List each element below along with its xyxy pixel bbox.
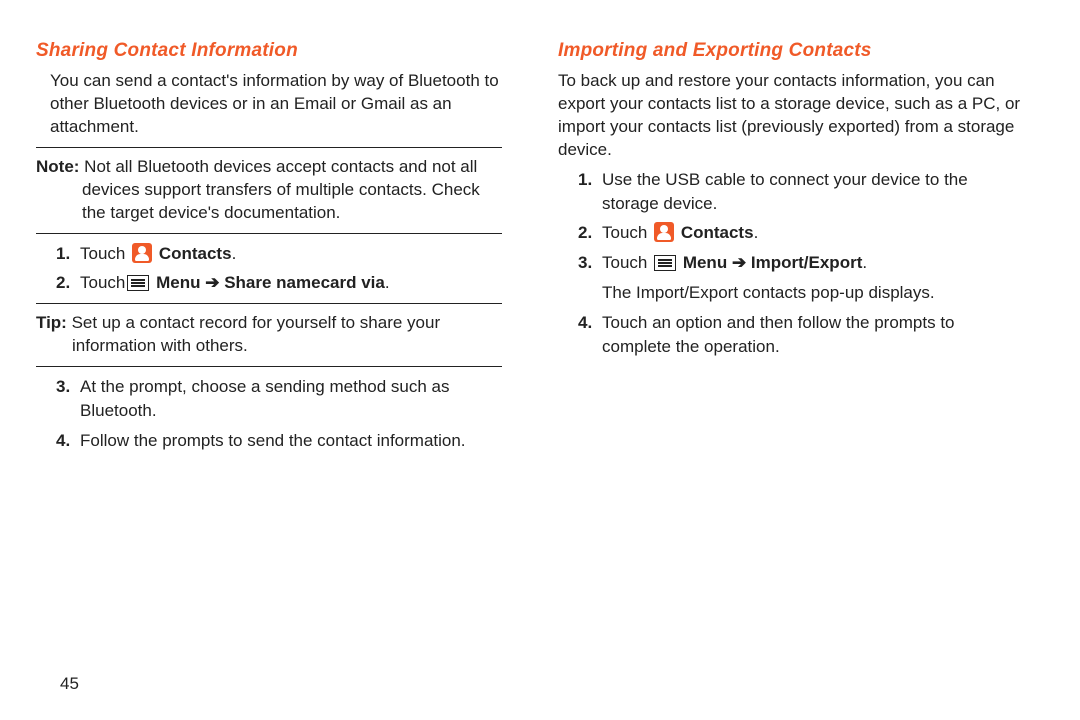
step-body: Follow the prompts to send the contact i… — [80, 429, 502, 453]
step-1: 1. Use the USB cable to connect your dev… — [578, 168, 1024, 216]
step-number: 4. — [56, 429, 80, 453]
tip-label: Tip: — [36, 313, 67, 332]
divider — [36, 303, 502, 304]
contacts-icon — [132, 243, 152, 263]
menu-icon — [654, 255, 676, 271]
step-3: 3. At the prompt, choose a sending metho… — [56, 375, 502, 423]
step-text-pre: Touch — [602, 253, 652, 272]
tip-text-first-line: Set up a contact record for yourself to … — [67, 313, 440, 332]
step-body: Touch Contacts. — [602, 221, 1024, 245]
step-text-bold: Import/Export — [746, 253, 862, 272]
divider — [36, 147, 502, 148]
step-3-after: The Import/Export contacts pop-up displa… — [602, 281, 1024, 305]
step-body: Touch Menu ➔ Import/Export. — [602, 251, 1024, 275]
tip-block: Tip: Set up a contact record for yoursel… — [36, 312, 502, 358]
step-3: 3. Touch Menu ➔ Import/Export. — [578, 251, 1024, 275]
intro-paragraph: You can send a contact's information by … — [50, 70, 502, 139]
step-2: 2. Touch Contacts. — [578, 221, 1024, 245]
step-4: 4. Touch an option and then follow the p… — [578, 311, 1024, 359]
step-text-pre: Touch — [80, 273, 125, 292]
step-text-post: . — [232, 244, 237, 263]
step-number: 1. — [56, 242, 80, 266]
step-2: 2. Touch Menu ➔ Share namecard via. — [56, 271, 502, 295]
step-body: Touch Menu ➔ Share namecard via. — [80, 271, 502, 295]
step-number: 4. — [578, 311, 602, 359]
step-number: 1. — [578, 168, 602, 216]
left-column: Sharing Contact Information You can send… — [20, 40, 518, 458]
two-column-layout: Sharing Contact Information You can send… — [0, 0, 1080, 458]
step-text-post: . — [754, 223, 759, 242]
menu-label: Menu — [678, 253, 732, 272]
step-text-pre: Touch — [602, 223, 652, 242]
step-text-pre: Touch — [80, 244, 130, 263]
manual-page: Sharing Contact Information You can send… — [0, 0, 1080, 720]
heading-importing: Importing and Exporting Contacts — [558, 40, 1024, 62]
step-text-bold: Contacts — [676, 223, 753, 242]
step-1: 1. Touch Contacts. — [56, 242, 502, 266]
step-body: Touch Contacts. — [80, 242, 502, 266]
contacts-icon — [654, 222, 674, 242]
divider — [36, 233, 502, 234]
menu-icon — [127, 275, 149, 291]
note-block: Note: Not all Bluetooth devices accept c… — [36, 156, 502, 225]
step-text-bold: Share namecard via — [219, 273, 384, 292]
step-4: 4. Follow the prompts to send the contac… — [56, 429, 502, 453]
step-text-post: . — [862, 253, 867, 272]
arrow-icon: ➔ — [732, 253, 746, 272]
step-body: At the prompt, choose a sending method s… — [80, 375, 502, 423]
step-body: Use the USB cable to connect your device… — [602, 168, 1024, 216]
intro-paragraph: To back up and restore your contacts inf… — [558, 70, 1024, 162]
page-number: 45 — [60, 674, 79, 694]
tip-text-cont: information with others. — [36, 335, 502, 358]
note-text-first-line: Not all Bluetooth devices accept contact… — [79, 157, 477, 176]
step-number: 3. — [578, 251, 602, 275]
step-number: 2. — [56, 271, 80, 295]
menu-label: Menu — [151, 273, 205, 292]
arrow-icon: ➔ — [205, 273, 219, 292]
right-column: Importing and Exporting Contacts To back… — [542, 40, 1040, 458]
note-label: Note: — [36, 157, 79, 176]
step-number: 2. — [578, 221, 602, 245]
step-body: Touch an option and then follow the prom… — [602, 311, 1024, 359]
step-number: 3. — [56, 375, 80, 423]
step-text-post: . — [385, 273, 390, 292]
divider — [36, 366, 502, 367]
step-text-bold: Contacts — [154, 244, 231, 263]
note-text-cont: devices support transfers of multiple co… — [36, 179, 502, 225]
heading-sharing: Sharing Contact Information — [36, 40, 502, 62]
